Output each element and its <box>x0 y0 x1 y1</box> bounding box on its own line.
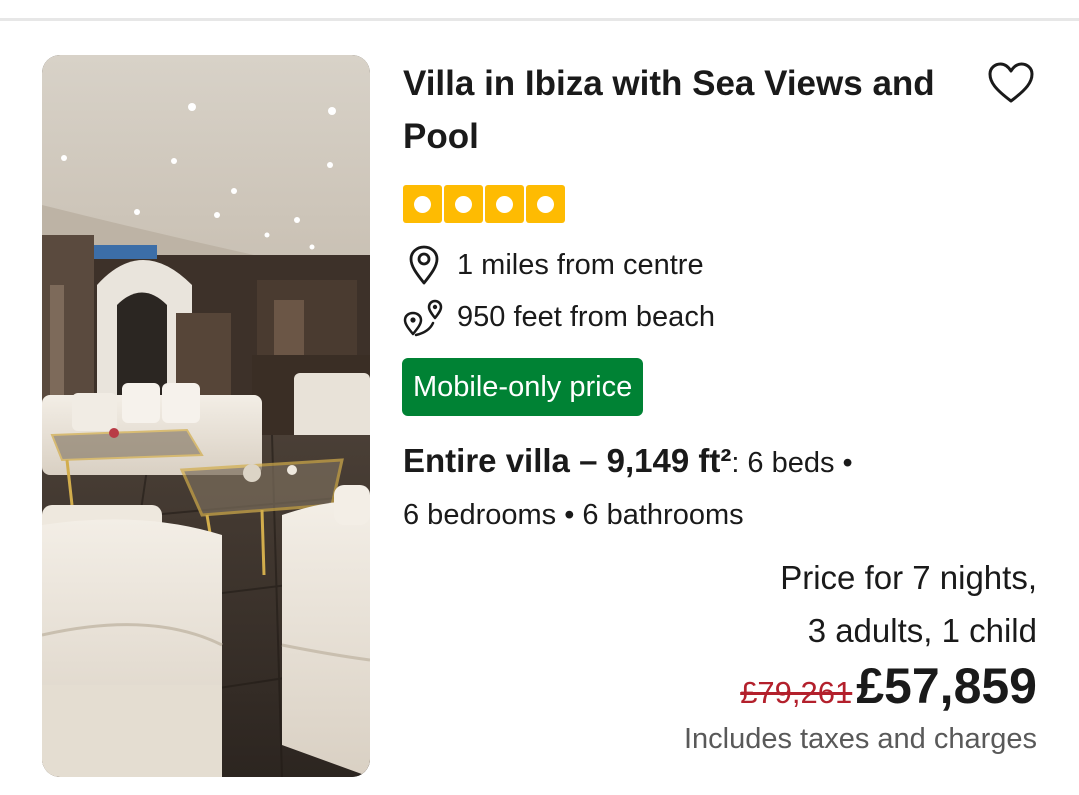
rating-square <box>526 185 565 223</box>
distance-centre-text: 1 miles from centre <box>457 248 704 281</box>
rating-square <box>485 185 524 223</box>
property-card[interactable]: Villa in Ibiza with Sea Views and Pool 1… <box>0 21 1079 795</box>
mobile-only-price-badge: Mobile-only price <box>402 358 644 416</box>
unit-type: Entire villa – 9,149 ft² <box>403 442 732 479</box>
price-row: £79,261 £57,859 <box>740 657 1037 715</box>
villa-living-room-image <box>42 55 370 777</box>
unit-description: Entire villa – 9,149 ft²: 6 beds • 6 bed… <box>403 435 1023 541</box>
unit-beds: : 6 beds • <box>731 447 853 479</box>
price-for-guests: 3 adults, 1 child <box>807 612 1037 649</box>
favorite-button[interactable] <box>985 59 1037 107</box>
current-price: £57,859 <box>856 658 1037 714</box>
map-pin-icon <box>403 244 445 286</box>
unit-rooms: 6 bedrooms • 6 bathrooms <box>403 499 744 531</box>
property-photo[interactable] <box>42 55 370 777</box>
price-for-block: Price for 7 nights, 3 adults, 1 child <box>780 551 1037 657</box>
rating-square <box>403 185 442 223</box>
heart-outline-icon <box>988 62 1034 103</box>
rating-squares <box>403 185 565 223</box>
route-pin-icon <box>403 296 445 338</box>
distance-beach-text: 950 feet from beach <box>457 300 715 333</box>
taxes-note: Includes taxes and charges <box>683 723 1037 755</box>
distance-centre-row: 1 miles from centre <box>403 243 704 287</box>
price-for-nights: Price for 7 nights, <box>780 559 1037 596</box>
rating-square <box>444 185 483 223</box>
property-title[interactable]: Villa in Ibiza with Sea Views and Pool <box>403 57 963 163</box>
distance-beach-row: 950 feet from beach <box>403 295 715 339</box>
original-price: £79,261 <box>740 675 853 710</box>
